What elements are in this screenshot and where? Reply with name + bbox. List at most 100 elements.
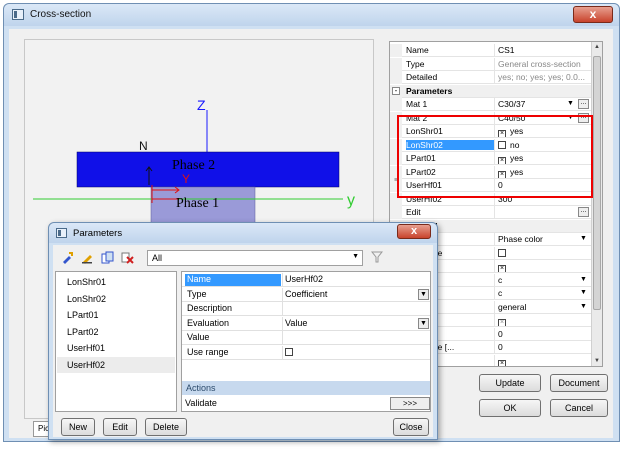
- local-y-label: Y: [182, 172, 190, 186]
- row-divider: [282, 273, 283, 287]
- validate-row: Validate >>>: [182, 396, 430, 411]
- property-value[interactable]: c: [498, 275, 590, 285]
- parameter-list-item[interactable]: LPart01: [57, 307, 175, 323]
- property-name: Detailed: [406, 72, 438, 82]
- property-row[interactable]: Mat 1 C30/37 ▼...: [390, 98, 592, 111]
- unchecked-checkbox-icon[interactable]: [498, 248, 506, 257]
- filter-icon[interactable]: [371, 251, 383, 263]
- ellipsis-button[interactable]: ...: [578, 99, 589, 109]
- unchecked-checkbox-icon[interactable]: [285, 347, 293, 356]
- property-row[interactable]: Name CS1: [390, 44, 592, 57]
- parameter-property-row[interactable]: Name UserHf02: [182, 273, 430, 287]
- cancel-button[interactable]: Cancel: [550, 399, 608, 417]
- parameter-list-item[interactable]: UserHf01: [57, 340, 175, 356]
- dialog-close-button[interactable]: x: [397, 224, 431, 239]
- property-value[interactable]: [498, 248, 590, 258]
- property-value[interactable]: C30/37: [498, 99, 590, 109]
- close-button[interactable]: x: [573, 6, 613, 23]
- parameter-property-value[interactable]: UserHf02: [285, 274, 430, 284]
- row-gutter: [390, 71, 402, 84]
- row-gutter: [390, 206, 402, 219]
- row-gutter: [390, 98, 402, 111]
- phase1-label: Phase 1: [176, 196, 219, 211]
- property-grid-scrollbar[interactable]: ▲ ▼: [591, 42, 602, 366]
- main-titlebar: Cross-section x: [4, 4, 619, 26]
- parameters-dialog: Parameters x All ▼ LonShr01 LonShr02 LPa…: [48, 222, 438, 440]
- scroll-down-icon[interactable]: ▼: [592, 356, 602, 366]
- delete-button[interactable]: Delete: [145, 418, 187, 436]
- parameter-property-row[interactable]: Value: [182, 331, 430, 345]
- property-name: Parameters: [406, 85, 453, 96]
- edit-parameter-icon[interactable]: [81, 251, 94, 264]
- window-icon: [12, 9, 24, 20]
- chevron-down-icon[interactable]: ▼: [418, 317, 429, 329]
- highlight-annotation: [397, 115, 593, 198]
- close-dialog-button[interactable]: Close: [393, 418, 429, 436]
- chevron-down-icon[interactable]: ▼: [578, 234, 589, 244]
- parameter-property-row[interactable]: Evaluation Value ▼: [182, 316, 430, 331]
- filter-dropdown[interactable]: All ▼: [147, 250, 363, 266]
- row-divider: [282, 331, 283, 345]
- ok-button[interactable]: OK: [479, 399, 541, 417]
- scroll-up-icon[interactable]: ▲: [592, 42, 602, 52]
- parameter-property-row[interactable]: Use range: [182, 345, 430, 360]
- property-value[interactable]: CS1: [498, 45, 590, 55]
- update-button[interactable]: Update: [479, 374, 541, 392]
- property-value[interactable]: 0: [498, 342, 590, 352]
- chevron-down-icon[interactable]: ▼: [578, 288, 589, 298]
- chevron-down-icon[interactable]: ▼: [565, 99, 576, 109]
- property-row[interactable]: - Parameters: [390, 84, 592, 98]
- parameters-client: All ▼ LonShr01 LonShr02 LPart01 LPart02 User…: [53, 245, 433, 437]
- delete-parameter-icon[interactable]: [121, 251, 134, 264]
- parameter-list-item[interactable]: LonShr01: [57, 274, 175, 290]
- property-row[interactable]: Edit...: [390, 206, 592, 219]
- property-value[interactable]: c: [498, 288, 590, 298]
- row-divider: [282, 316, 283, 331]
- validate-button[interactable]: >>>: [390, 397, 430, 410]
- chevron-down-icon[interactable]: ▼: [578, 275, 589, 285]
- new-parameter-icon[interactable]: [61, 251, 74, 264]
- edit-button[interactable]: Edit: [103, 418, 137, 436]
- property-value[interactable]: yes; no; yes; yes; 0.0...: [498, 72, 590, 82]
- parameter-list-item[interactable]: LPart02: [57, 324, 175, 340]
- row-divider: [494, 354, 495, 366]
- property-value[interactable]: general: [498, 302, 590, 312]
- y-axis-label: y: [347, 192, 355, 209]
- row-gutter: [390, 57, 402, 71]
- row-gutter: [390, 44, 402, 57]
- parameter-property-value[interactable]: [285, 347, 430, 357]
- parameter-property-value[interactable]: Value: [285, 318, 430, 328]
- parameter-property-row[interactable]: Type Coefficient ▼: [182, 287, 430, 302]
- row-gutter: -: [390, 84, 402, 98]
- z-axis-label: Z: [197, 97, 206, 113]
- dialog-title: Parameters: [73, 228, 123, 239]
- copy-parameter-icon[interactable]: [101, 251, 114, 264]
- parameter-properties[interactable]: Name UserHf02 Type Coefficient ▼ Description E…: [181, 271, 431, 412]
- property-row[interactable]: Type General cross-section: [390, 57, 592, 71]
- document-button[interactable]: Document: [550, 374, 608, 392]
- chevron-down-icon: ▼: [352, 253, 359, 260]
- parameters-toolbar: All ▼: [55, 247, 431, 269]
- collapse-icon[interactable]: -: [392, 86, 400, 95]
- parameter-list[interactable]: LonShr01 LonShr02 LPart01 LPart02 UserHf01 Us…: [55, 271, 177, 412]
- parameter-list-item[interactable]: UserHf02: [57, 356, 175, 373]
- parameters-titlebar: Parameters x: [49, 223, 437, 243]
- row-divider: [282, 345, 283, 360]
- property-value[interactable]: Phase color: [498, 234, 590, 244]
- filter-value: All: [152, 253, 163, 263]
- parameter-property-row[interactable]: Description: [182, 302, 430, 316]
- property-name: Name: [406, 45, 429, 55]
- property-value[interactable]: 0: [498, 329, 590, 339]
- chevron-down-icon[interactable]: ▼: [578, 302, 589, 312]
- chevron-down-icon[interactable]: ▼: [418, 288, 429, 300]
- scrollbar-thumb[interactable]: [593, 56, 601, 310]
- row-separator: [182, 358, 430, 360]
- property-row[interactable]: Detailed yes; no; yes; yes; 0.0...: [390, 71, 592, 84]
- row-divider: [282, 287, 283, 302]
- parameter-property-value[interactable]: Coefficient: [285, 289, 430, 299]
- parameter-list-item[interactable]: LonShr02: [57, 291, 175, 307]
- ellipsis-button[interactable]: ...: [578, 207, 589, 217]
- new-button[interactable]: New: [61, 418, 95, 436]
- property-value[interactable]: ×: [498, 356, 590, 366]
- property-value[interactable]: General cross-section: [498, 59, 590, 69]
